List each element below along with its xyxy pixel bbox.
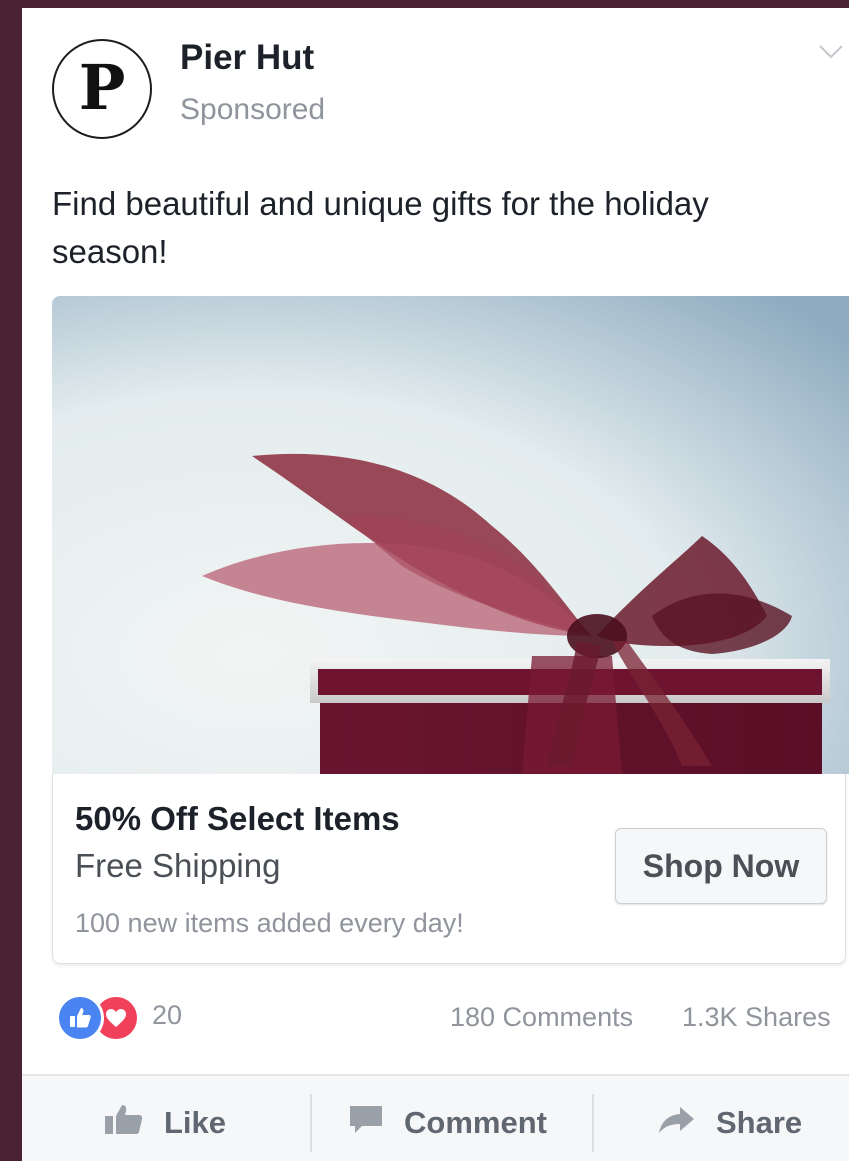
reaction-count[interactable]: 20 — [152, 1000, 182, 1031]
sponsored-label[interactable]: Sponsored — [180, 93, 325, 127]
share-label: Share — [716, 1104, 803, 1140]
comments-count-link[interactable]: 180 Comments — [450, 1002, 633, 1033]
share-button[interactable]: Share — [658, 1076, 802, 1161]
sponsored-post-card: P Pier Hut Sponsored Find beautiful and … — [22, 8, 849, 1161]
avatar-logo-letter: P — [78, 51, 126, 124]
like-reaction-icon[interactable] — [56, 994, 104, 1042]
action-divider — [310, 1094, 312, 1152]
ad-image[interactable] — [52, 296, 849, 774]
action-divider — [592, 1094, 594, 1152]
thumbs-up-icon — [104, 1103, 164, 1143]
page-avatar[interactable]: P — [52, 39, 152, 139]
link-headline[interactable]: 50% Off Select Items — [75, 800, 400, 838]
like-button[interactable]: Like — [104, 1076, 226, 1161]
post-action-bar: Like Comment Share — [22, 1074, 849, 1161]
share-arrow-icon — [658, 1103, 716, 1143]
shop-now-button[interactable]: Shop Now — [615, 828, 827, 904]
chevron-down-icon[interactable] — [818, 38, 844, 64]
reactions-summary: 20 180 Comments 1.3K Shares — [56, 994, 836, 1042]
comment-label: Comment — [404, 1104, 547, 1140]
link-description: 100 new items added every day! — [75, 908, 464, 938]
page-name-link[interactable]: Pier Hut — [180, 38, 314, 78]
like-label: Like — [164, 1104, 227, 1140]
link-preview[interactable]: 50% Off Select Items Free Shipping 100 n… — [52, 774, 846, 964]
link-subheadline: Free Shipping — [75, 847, 281, 884]
comment-button[interactable]: Comment — [348, 1076, 547, 1161]
post-text: Find beautiful and unique gifts for the … — [52, 185, 709, 270]
comment-bubble-icon — [348, 1103, 404, 1143]
shares-count-link[interactable]: 1.3K Shares — [682, 1002, 831, 1033]
